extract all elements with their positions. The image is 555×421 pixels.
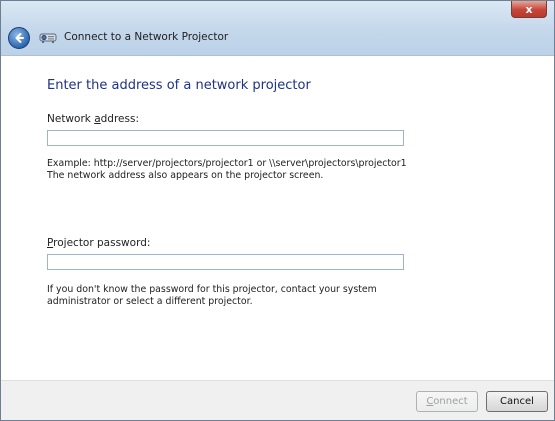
close-icon: x — [525, 2, 533, 16]
network-address-input[interactable] — [47, 130, 404, 146]
wizard-content: Enter the address of a network projector… — [1, 56, 554, 381]
button-bar: Connect Cancel — [1, 380, 554, 420]
title-bar: x Connect to a Network Projector — [1, 1, 554, 56]
network-address-example: Example: http://server/projectors/projec… — [47, 158, 407, 181]
password-help-line-2: administrator or select a different proj… — [47, 295, 253, 307]
back-button[interactable] — [8, 27, 30, 49]
cancel-button[interactable]: Cancel — [486, 391, 548, 412]
connect-network-projector-window: x Connect to a Network Projector Enter t… — [0, 0, 555, 421]
back-arrow-icon — [15, 33, 24, 43]
network-projector-icon — [39, 33, 57, 43]
projector-password-label: Projector password: — [47, 237, 151, 249]
example-text-line-2: The network address also appears on the … — [47, 169, 324, 181]
projector-password-input[interactable] — [47, 254, 404, 270]
example-text-line-1: Example: http://server/projectors/projec… — [47, 158, 407, 169]
password-help-text: If you don't know the password for this … — [47, 284, 377, 307]
password-help-line-1: If you don't know the password for this … — [47, 284, 377, 295]
window-title: Connect to a Network Projector — [64, 31, 229, 43]
network-address-label: Network address: — [47, 113, 139, 125]
close-button[interactable]: x — [511, 1, 547, 18]
page-heading: Enter the address of a network projector — [47, 78, 311, 93]
connect-button[interactable]: Connect — [416, 391, 478, 412]
